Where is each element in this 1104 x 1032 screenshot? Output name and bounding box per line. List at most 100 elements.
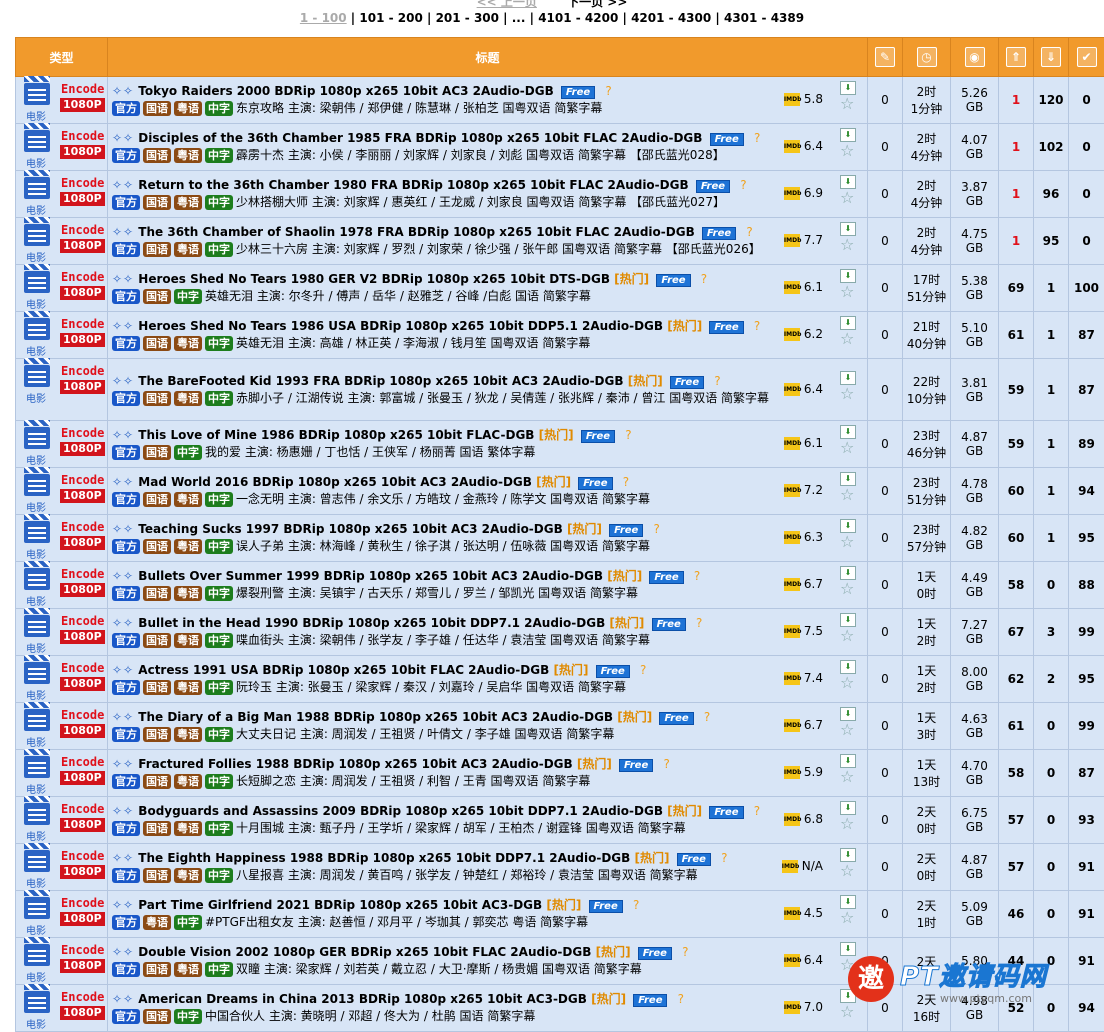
completed-count[interactable]: 91	[1069, 891, 1104, 938]
completed-count[interactable]: 87	[1069, 312, 1104, 359]
seeders-count[interactable]: 61	[999, 703, 1034, 750]
leechers-count[interactable]: 3	[1034, 609, 1069, 656]
completed-count[interactable]: 87	[1069, 750, 1104, 797]
question-icon[interactable]: ?	[625, 428, 631, 442]
question-icon[interactable]: ?	[663, 757, 669, 771]
comments-count[interactable]: 0	[868, 750, 903, 797]
comments-count[interactable]: 0	[868, 609, 903, 656]
question-icon[interactable]: ?	[721, 851, 727, 865]
download-icon[interactable]: ⬇	[840, 269, 856, 283]
torrent-title-link[interactable]: Bullets Over Summer 1999 BDRip 1080p x26…	[138, 569, 603, 583]
leechers-column-header[interactable]: ⇓	[1034, 38, 1069, 77]
leechers-count[interactable]: 1	[1034, 359, 1069, 421]
bookmark-star-icon[interactable]: ☆	[840, 533, 856, 551]
type-cell[interactable]: 电影 Encode 1080P	[16, 844, 108, 891]
completed-count[interactable]: 95	[1069, 656, 1104, 703]
leechers-count[interactable]: 2	[1034, 656, 1069, 703]
comments-count[interactable]: 0	[868, 171, 903, 218]
bookmark-star-icon[interactable]: ☆	[840, 486, 856, 504]
leechers-count[interactable]: 0	[1034, 703, 1069, 750]
seeders-count[interactable]: 59	[999, 359, 1034, 421]
download-icon[interactable]: ⬇	[840, 942, 856, 956]
seeders-count[interactable]: 59	[999, 421, 1034, 468]
question-icon[interactable]: ?	[754, 804, 760, 818]
torrent-title-link[interactable]: The Diary of a Big Man 1988 BDRip 1080p …	[138, 710, 613, 724]
leechers-count[interactable]: 1	[1034, 515, 1069, 562]
page-link[interactable]: 4301 - 4389	[724, 11, 804, 25]
seeders-count[interactable]: 58	[999, 750, 1034, 797]
seeders-count[interactable]: 58	[999, 562, 1034, 609]
seeders-count[interactable]: 67	[999, 609, 1034, 656]
download-icon[interactable]: ⬇	[840, 175, 856, 189]
question-icon[interactable]: ?	[633, 898, 639, 912]
torrent-title-link[interactable]: Heroes Shed No Tears 1980 GER V2 BDRip 1…	[138, 272, 610, 286]
seeders-count[interactable]: 1	[999, 171, 1034, 218]
download-icon[interactable]: ⬇	[840, 660, 856, 674]
torrent-title-link[interactable]: The 36th Chamber of Shaolin 1978 FRA BDR…	[138, 225, 694, 239]
bookmark-star-icon[interactable]: ☆	[840, 580, 856, 598]
comments-count[interactable]: 0	[868, 656, 903, 703]
question-icon[interactable]: ?	[682, 945, 688, 959]
download-icon[interactable]: ⬇	[840, 472, 856, 486]
question-icon[interactable]: ?	[694, 569, 700, 583]
leechers-count[interactable]: 1	[1034, 468, 1069, 515]
bookmark-star-icon[interactable]: ☆	[840, 142, 856, 160]
leechers-count[interactable]: 95	[1034, 218, 1069, 265]
comments-column-header[interactable]: ✎	[868, 38, 903, 77]
question-icon[interactable]: ?	[754, 131, 760, 145]
seeders-count[interactable]: 1	[999, 77, 1034, 124]
completed-count[interactable]: 0	[1069, 218, 1104, 265]
torrent-title-link[interactable]: Disciples of the 36th Chamber 1985 FRA B…	[138, 131, 702, 145]
completed-count[interactable]: 0	[1069, 77, 1104, 124]
download-icon[interactable]: ⬇	[840, 425, 856, 439]
leechers-count[interactable]: 0	[1034, 797, 1069, 844]
seeders-count[interactable]: 62	[999, 656, 1034, 703]
question-icon[interactable]: ?	[678, 992, 684, 1006]
comments-count[interactable]: 0	[868, 891, 903, 938]
bookmark-star-icon[interactable]: ☆	[840, 95, 856, 113]
bookmark-star-icon[interactable]: ☆	[840, 674, 856, 692]
bookmark-star-icon[interactable]: ☆	[840, 862, 856, 880]
type-cell[interactable]: 电影 Encode 1080P	[16, 312, 108, 359]
leechers-count[interactable]: 0	[1034, 891, 1069, 938]
completed-count[interactable]: 0	[1069, 171, 1104, 218]
torrent-title-link[interactable]: Fractured Follies 1988 BDRip 1080p x265 …	[138, 757, 572, 771]
page-link[interactable]: 4101 - 4200	[538, 11, 618, 25]
leechers-count[interactable]: 0	[1034, 562, 1069, 609]
torrent-title-link[interactable]: Heroes Shed No Tears 1986 USA BDRip 1080…	[138, 319, 663, 333]
type-cell[interactable]: 电影 Encode 1080P	[16, 171, 108, 218]
bookmark-star-icon[interactable]: ☆	[840, 330, 856, 348]
leechers-count[interactable]: 1	[1034, 312, 1069, 359]
question-icon[interactable]: ?	[605, 84, 611, 98]
download-icon[interactable]: ⬇	[840, 128, 856, 142]
bookmark-star-icon[interactable]: ☆	[840, 439, 856, 457]
download-icon[interactable]: ⬇	[840, 222, 856, 236]
question-icon[interactable]: ?	[714, 374, 720, 388]
comments-count[interactable]: 0	[868, 703, 903, 750]
completed-count[interactable]: 93	[1069, 797, 1104, 844]
comments-count[interactable]: 0	[868, 218, 903, 265]
comments-count[interactable]: 0	[868, 562, 903, 609]
download-icon[interactable]: ⬇	[840, 519, 856, 533]
type-cell[interactable]: 电影 Encode 1080P	[16, 609, 108, 656]
type-cell[interactable]: 电影 Encode 1080P	[16, 656, 108, 703]
completed-count[interactable]: 95	[1069, 515, 1104, 562]
question-icon[interactable]: ?	[740, 178, 746, 192]
seeders-count[interactable]: 46	[999, 891, 1034, 938]
question-icon[interactable]: ?	[754, 319, 760, 333]
bookmark-star-icon[interactable]: ☆	[840, 768, 856, 786]
type-cell[interactable]: 电影 Encode 1080P	[16, 750, 108, 797]
size-column-header[interactable]: ◉	[951, 38, 999, 77]
completed-count[interactable]: 87	[1069, 359, 1104, 421]
completed-count[interactable]: 91	[1069, 844, 1104, 891]
download-icon[interactable]: ⬇	[840, 895, 856, 909]
seeders-count[interactable]: 57	[999, 797, 1034, 844]
download-icon[interactable]: ⬇	[840, 371, 856, 385]
seeders-count[interactable]: 1	[999, 218, 1034, 265]
type-column-header[interactable]: 类型	[16, 38, 108, 77]
bookmark-star-icon[interactable]: ☆	[840, 909, 856, 927]
type-cell[interactable]: 电影 Encode 1080P	[16, 891, 108, 938]
comments-count[interactable]: 0	[868, 312, 903, 359]
torrent-title-link[interactable]: Double Vision 2002 1080p GER BDRip x265 …	[138, 945, 591, 959]
completed-count[interactable]: 89	[1069, 421, 1104, 468]
